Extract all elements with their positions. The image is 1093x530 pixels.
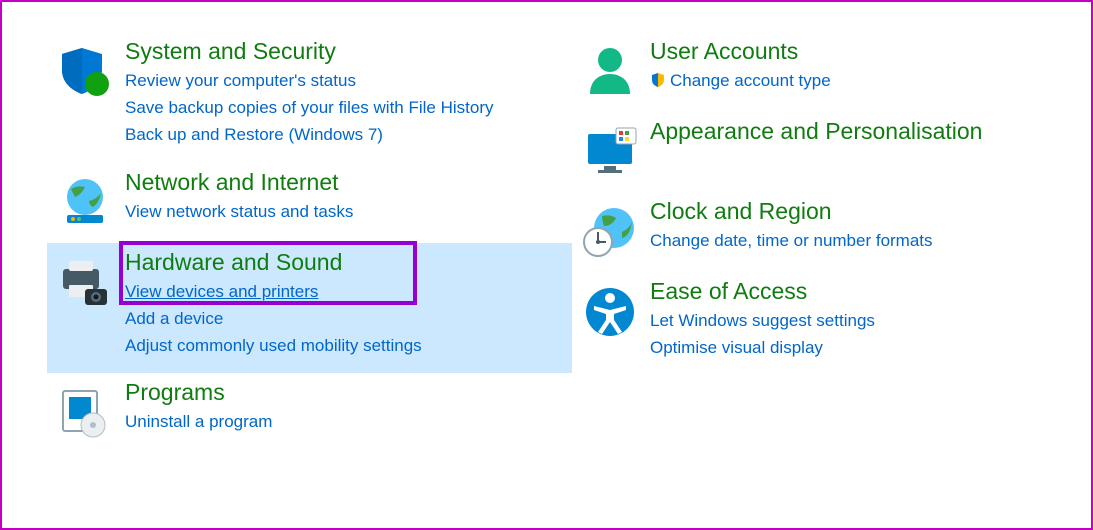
globe-network-icon: [57, 169, 125, 229]
uac-shield-icon: [650, 72, 666, 88]
ease-of-access-title[interactable]: Ease of Access: [650, 278, 1052, 305]
category-ease-of-access: Ease of Access Let Windows suggest setti…: [572, 272, 1062, 375]
clock-region-content: Clock and Region Change date, time or nu…: [650, 198, 1052, 258]
link-network-status[interactable]: View network status and tasks: [125, 198, 562, 225]
link-change-date-time[interactable]: Change date, time or number formats: [650, 227, 1052, 254]
programs-content: Programs Uninstall a program: [125, 379, 562, 439]
clock-globe-icon: [582, 198, 650, 258]
link-suggest-settings[interactable]: Let Windows suggest settings: [650, 307, 1052, 334]
hardware-sound-content: Hardware and Sound View devices and prin…: [125, 249, 562, 360]
user-accounts-content: User Accounts Change account type: [650, 38, 1052, 98]
link-add-device[interactable]: Add a device: [125, 305, 562, 332]
appearance-title[interactable]: Appearance and Personalisation: [650, 118, 1052, 145]
link-uninstall-program[interactable]: Uninstall a program: [125, 408, 562, 435]
category-programs: Programs Uninstall a program: [47, 373, 572, 453]
user-accounts-title[interactable]: User Accounts: [650, 38, 1052, 65]
link-change-account-type-text: Change account type: [670, 71, 831, 90]
user-icon: [582, 38, 650, 98]
category-network-internet: Network and Internet View network status…: [47, 163, 572, 243]
link-devices-printers[interactable]: View devices and printers: [125, 278, 562, 305]
printer-camera-icon: [57, 249, 125, 309]
shield-icon: [57, 38, 125, 98]
accessibility-icon: [582, 278, 650, 338]
link-review-status[interactable]: Review your computer's status: [125, 67, 562, 94]
link-change-account-type[interactable]: Change account type: [650, 67, 1052, 94]
right-column: User Accounts Change account type: [572, 32, 1062, 453]
link-mobility-settings[interactable]: Adjust commonly used mobility settings: [125, 332, 562, 359]
network-internet-content: Network and Internet View network status…: [125, 169, 562, 229]
left-column: System and Security Review your computer…: [47, 32, 572, 453]
clock-region-title[interactable]: Clock and Region: [650, 198, 1052, 225]
category-appearance: Appearance and Personalisation: [572, 112, 1062, 192]
link-backup-restore[interactable]: Back up and Restore (Windows 7): [125, 121, 562, 148]
link-optimise-display[interactable]: Optimise visual display: [650, 334, 1052, 361]
programs-icon: [57, 379, 125, 439]
link-file-history[interactable]: Save backup copies of your files with Fi…: [125, 94, 562, 121]
category-system-security: System and Security Review your computer…: [47, 32, 572, 163]
appearance-content: Appearance and Personalisation: [650, 118, 1052, 178]
monitor-icon: [582, 118, 650, 178]
hardware-sound-title[interactable]: Hardware and Sound: [125, 249, 562, 276]
category-user-accounts: User Accounts Change account type: [572, 32, 1062, 112]
programs-title[interactable]: Programs: [125, 379, 562, 406]
control-panel-container: System and Security Review your computer…: [2, 2, 1091, 473]
network-internet-title[interactable]: Network and Internet: [125, 169, 562, 196]
system-security-content: System and Security Review your computer…: [125, 38, 562, 149]
category-clock-region: Clock and Region Change date, time or nu…: [572, 192, 1062, 272]
system-security-title[interactable]: System and Security: [125, 38, 562, 65]
category-hardware-sound[interactable]: Hardware and Sound View devices and prin…: [47, 243, 572, 374]
ease-of-access-content: Ease of Access Let Windows suggest setti…: [650, 278, 1052, 361]
